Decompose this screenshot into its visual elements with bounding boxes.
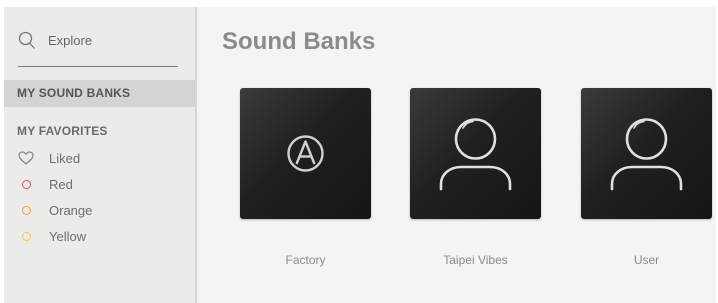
explore-label: Explore xyxy=(48,33,93,48)
bank-card-factory[interactable] xyxy=(240,88,371,219)
bank-label-user: User xyxy=(633,253,660,267)
red-label: Red xyxy=(49,176,73,192)
sidebar: Explore MY SOUND BANKS MY FAVORITES Like… xyxy=(4,7,197,303)
bank-label-taipei-vibes: Taipei Vibes xyxy=(443,253,508,267)
orange-label: Orange xyxy=(49,202,93,218)
sidebar-item-red[interactable]: Red xyxy=(17,174,73,194)
page-title: Sound Banks xyxy=(222,28,376,55)
sidebar-item-liked[interactable]: Liked xyxy=(17,148,80,168)
liked-label: Liked xyxy=(49,150,81,166)
bank-card-taipei-vibes[interactable] xyxy=(410,88,541,219)
yellow-dot-icon xyxy=(17,231,35,241)
user-icon xyxy=(610,118,683,191)
sidebar-item-my-sound-banks[interactable]: MY SOUND BANKS xyxy=(4,80,195,107)
search-icon xyxy=(18,31,36,51)
yellow-label: Yellow xyxy=(49,228,87,244)
red-dot-icon xyxy=(17,179,35,189)
favorites-heading: MY FAVORITES xyxy=(17,124,108,138)
sidebar-item-orange[interactable]: Orange xyxy=(17,200,92,220)
heart-icon xyxy=(17,151,35,165)
user-icon xyxy=(439,118,512,191)
bank-label-factory: Factory xyxy=(285,253,326,267)
main-content: Sound Banks Factory Taipei Vibes User xyxy=(197,7,716,303)
explore-search[interactable]: Explore xyxy=(18,31,178,67)
arturia-logo-icon xyxy=(287,135,324,172)
app-window: Explore MY SOUND BANKS MY FAVORITES Like… xyxy=(4,7,716,303)
bank-card-user[interactable] xyxy=(581,88,712,219)
sidebar-item-yellow[interactable]: Yellow xyxy=(17,226,86,246)
orange-dot-icon xyxy=(17,205,35,215)
